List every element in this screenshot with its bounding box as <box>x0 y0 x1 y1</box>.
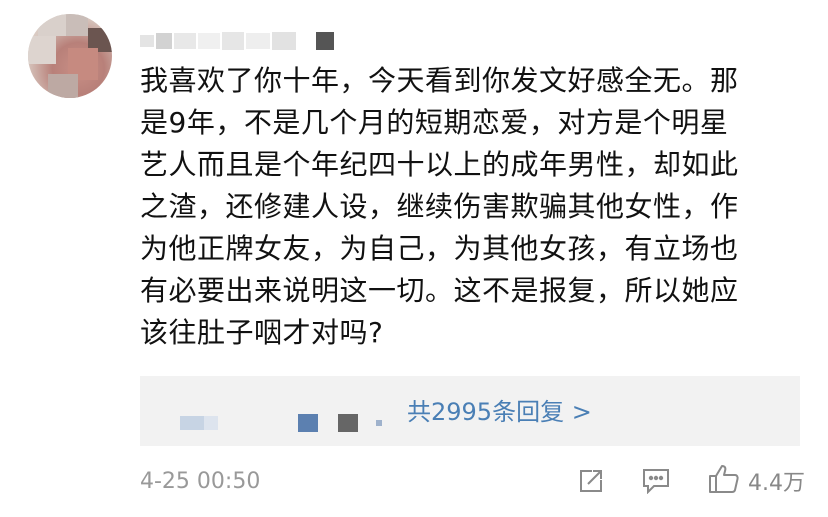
comment-text: 我喜欢了你十年，今天看到你发文好感全无。那 是9年，不是几个月的短期恋爱，对方是… <box>140 64 739 349</box>
username-mosaic[interactable] <box>140 28 334 54</box>
reply-box[interactable]: 共2995条回复 > <box>140 376 800 446</box>
view-replies-link[interactable]: 共2995条回复 > <box>407 398 592 426</box>
comment-timestamp: 4-25 00:50 <box>140 468 261 494</box>
like-count: 4.4万 <box>748 471 805 496</box>
like-button[interactable]: 4.4万 <box>708 464 805 498</box>
comment-actions: 4.4万 <box>578 464 805 498</box>
comment-icon[interactable] <box>642 468 670 494</box>
reply-usernames-mosaic <box>180 414 382 432</box>
comment-meta-row: 4-25 00:50 4.4万 <box>140 464 805 498</box>
like-icon <box>708 464 740 498</box>
avatar[interactable] <box>28 14 112 98</box>
share-icon[interactable] <box>578 468 604 494</box>
